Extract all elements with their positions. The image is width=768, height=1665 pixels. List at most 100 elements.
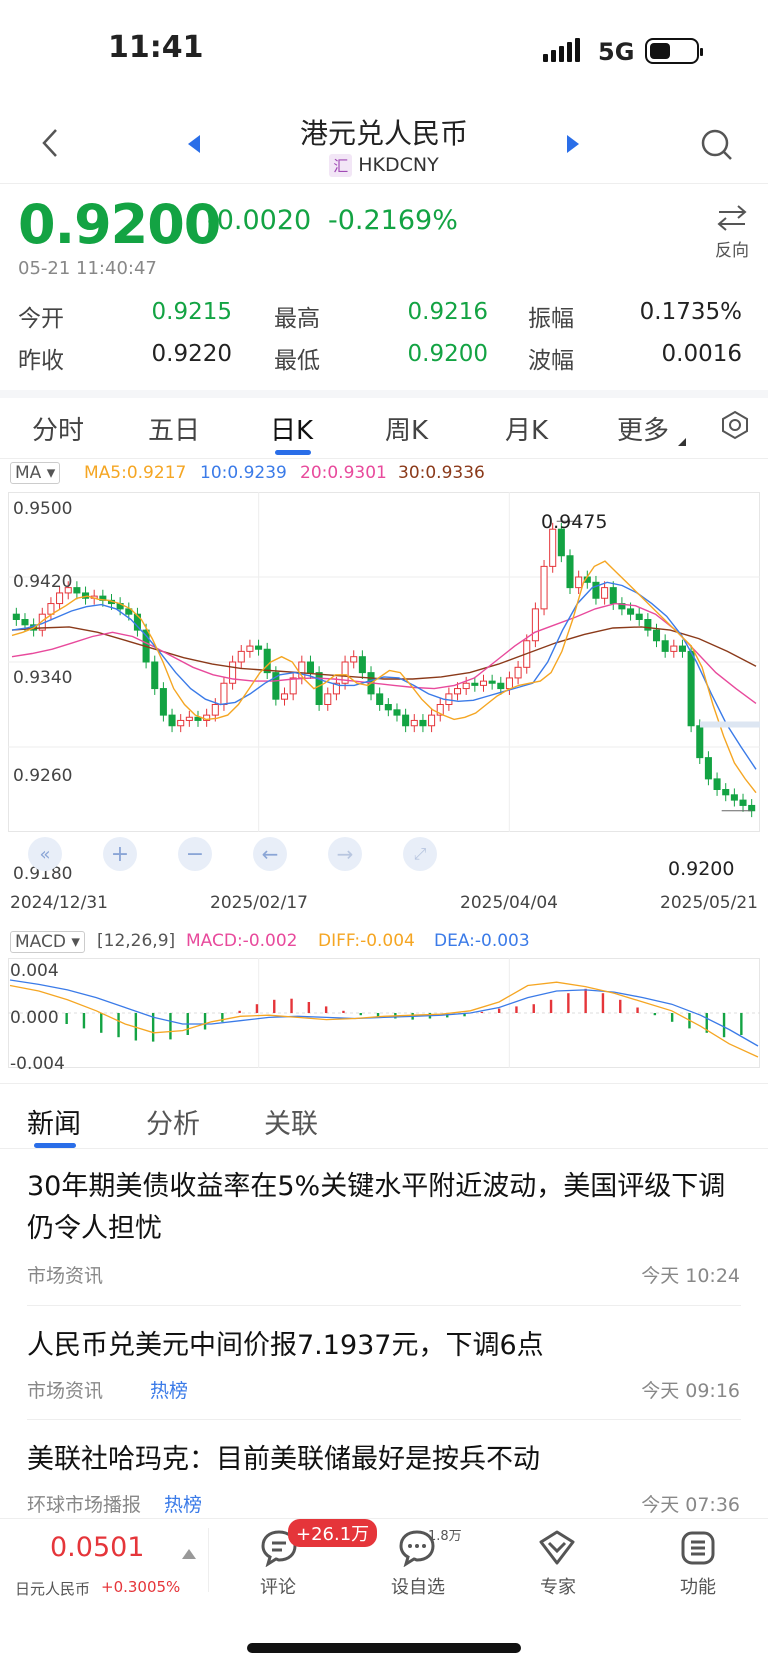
quote-time: 05-21 11:40:47 bbox=[18, 258, 157, 279]
y-tick: 0.9420 bbox=[13, 572, 73, 592]
hot-tag[interactable]: 热榜 bbox=[164, 1490, 202, 1517]
scroll-right-button[interactable]: → bbox=[328, 837, 362, 871]
tab-news[interactable]: 新闻 bbox=[27, 1102, 81, 1141]
home-indicator[interactable] bbox=[247, 1643, 521, 1653]
macd-bar bbox=[740, 1013, 743, 1035]
candle-body bbox=[652, 629, 661, 642]
candle-body bbox=[505, 677, 513, 690]
functions-label: 功能 bbox=[680, 1577, 716, 1598]
macd-bar bbox=[670, 1013, 674, 1022]
tab-analysis[interactable]: 分析 bbox=[146, 1102, 200, 1141]
news-title[interactable]: 美联社哈玛克：目前美联储最好是按兵不动 bbox=[27, 1439, 741, 1481]
amplitude-label: 振幅 bbox=[528, 306, 574, 332]
news-title[interactable]: 30年期美债收益率在5%关键水平附近波动，美国评级下调仍令人担忧 bbox=[27, 1166, 741, 1250]
scroll-left-button[interactable]: ← bbox=[253, 837, 287, 871]
macd-y-tick: -0.004 bbox=[10, 1054, 65, 1074]
signal-icon bbox=[543, 38, 583, 62]
candle-body bbox=[713, 778, 721, 790]
high-value: 0.9216 bbox=[407, 299, 488, 325]
candle-body bbox=[722, 789, 730, 796]
ma5-legend: MA5:0.9217 bbox=[84, 463, 187, 483]
dea-value: DEA:-0.003 bbox=[434, 931, 530, 951]
tab-five-day[interactable]: 五日 bbox=[148, 410, 200, 447]
range-label: 波幅 bbox=[528, 348, 574, 374]
candle-body bbox=[73, 587, 81, 594]
price-change-pct: -0.2169% bbox=[328, 205, 458, 236]
candle-body bbox=[280, 693, 289, 700]
last-annotation: 0.9200 bbox=[668, 858, 735, 880]
candle-body bbox=[159, 688, 167, 716]
ma30-legend: 30:0.9336 bbox=[398, 463, 485, 483]
macd-selector[interactable]: MACD ▾ bbox=[10, 931, 85, 953]
expert-button[interactable]: 专家 bbox=[518, 1527, 598, 1598]
candle-body bbox=[185, 716, 193, 721]
open-value: 0.9215 bbox=[151, 299, 232, 325]
macd-bar bbox=[324, 1006, 328, 1013]
zoom-in-button[interactable]: + bbox=[103, 837, 137, 871]
candle-body bbox=[471, 682, 479, 686]
high-label: 最高 bbox=[274, 306, 320, 332]
news-title[interactable]: 人民币兑美元中间价报7.1937元，下调6点 bbox=[27, 1325, 741, 1367]
page-subtitle: 汇 HKDCNY bbox=[0, 154, 768, 177]
price-change: -0.0020 bbox=[207, 205, 312, 236]
prev-close-value: 0.9220 bbox=[151, 341, 232, 367]
candle-body bbox=[358, 656, 366, 674]
macd-value: MACD:-0.002 bbox=[186, 931, 298, 951]
tab-intraday[interactable]: 分时 bbox=[32, 410, 84, 447]
candle-body bbox=[635, 613, 643, 620]
candle-body bbox=[531, 608, 539, 642]
hot-tag[interactable]: 热榜 bbox=[150, 1376, 188, 1403]
candle-body bbox=[661, 640, 669, 652]
page-title: 港元兑人民币 bbox=[299, 117, 468, 150]
scroll-start-button[interactable]: « bbox=[28, 837, 62, 871]
news-source: 市场资讯 bbox=[27, 1380, 104, 1402]
ma-selector[interactable]: MA ▾ bbox=[10, 462, 61, 484]
candle-body bbox=[306, 661, 314, 674]
y-tick: 0.9500 bbox=[13, 499, 73, 519]
candle-body bbox=[168, 714, 176, 727]
candle-body bbox=[324, 693, 332, 705]
ma20-line bbox=[11, 602, 757, 704]
low-value: 0.9200 bbox=[407, 341, 488, 367]
candle-body bbox=[419, 719, 427, 727]
news-time: 今天 09:16 bbox=[641, 1380, 740, 1402]
max-annotation: 0.9475 bbox=[541, 511, 608, 533]
menu-icon bbox=[681, 1531, 715, 1565]
tab-daily-k[interactable]: 日K bbox=[270, 410, 313, 447]
watchlist-label: 设自选 bbox=[391, 1577, 445, 1598]
candle-body bbox=[497, 682, 505, 690]
tab-monthly-k[interactable]: 月K bbox=[505, 410, 548, 447]
fx-tag: 汇 bbox=[329, 154, 353, 177]
ticker-price[interactable]: 0.0501 bbox=[50, 1532, 144, 1563]
reset-view-button[interactable]: ⤢ bbox=[403, 837, 437, 871]
x-tick: 2025/05/21 bbox=[660, 893, 758, 913]
candle-body bbox=[402, 714, 410, 727]
candle-body bbox=[549, 528, 557, 567]
macd-bar bbox=[567, 993, 570, 1013]
candlestick-chart[interactable] bbox=[8, 492, 760, 886]
macd-bar bbox=[100, 1013, 103, 1033]
diff-value: DIFF:-0.004 bbox=[318, 931, 415, 951]
candle-body bbox=[739, 799, 747, 806]
search-icon[interactable] bbox=[700, 128, 734, 166]
reverse-button[interactable]: 反向 bbox=[710, 204, 754, 261]
open-label: 今开 bbox=[18, 306, 64, 332]
news-time: 今天 10:24 bbox=[641, 1265, 740, 1287]
macd-bar bbox=[169, 1013, 172, 1040]
tab-related[interactable]: 关联 bbox=[264, 1102, 318, 1141]
macd-bar bbox=[722, 1013, 726, 1038]
macd-bar bbox=[82, 1013, 86, 1029]
macd-chart[interactable] bbox=[8, 958, 760, 1078]
tab-more[interactable]: 更多 bbox=[617, 410, 669, 447]
y-tick: 0.9340 bbox=[13, 668, 73, 688]
candle-body bbox=[687, 650, 695, 727]
reverse-label: 反向 bbox=[715, 241, 749, 261]
ticker-up-arrow-icon bbox=[182, 1544, 196, 1563]
tab-weekly-k[interactable]: 周K bbox=[385, 410, 428, 447]
ma10-legend: 10:0.9239 bbox=[200, 463, 287, 483]
next-item-icon[interactable] bbox=[565, 134, 581, 158]
chart-settings-icon[interactable] bbox=[720, 410, 750, 444]
zoom-out-button[interactable]: − bbox=[178, 837, 212, 871]
functions-button[interactable]: 功能 bbox=[658, 1527, 738, 1598]
macd-bar bbox=[238, 1010, 241, 1013]
